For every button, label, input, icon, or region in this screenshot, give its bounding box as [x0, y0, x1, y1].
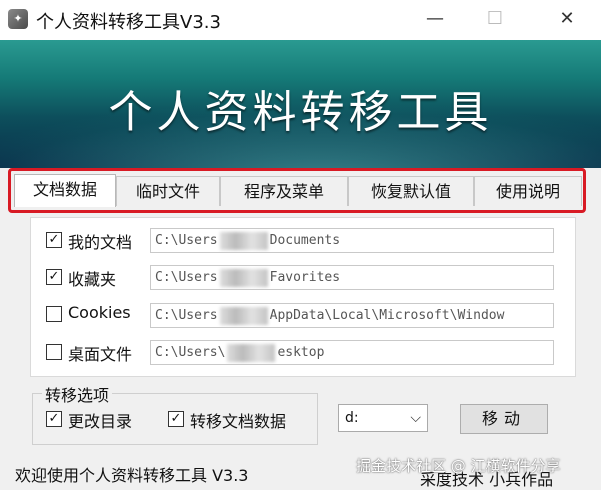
maximize-button[interactable]: ☐ [480, 6, 510, 32]
redaction-blur [219, 231, 268, 250]
cookies-checkbox[interactable] [46, 306, 62, 322]
favorites-checkbox[interactable]: ✓ [46, 269, 62, 285]
path-prefix: C:\Users [155, 308, 218, 323]
app-window: ✦ 个人资料转移工具V3.3 — ☐ ✕ 个人资料转移工具 文档数据 临时文件 … [0, 0, 601, 490]
move-docs-label: 转移文档数据 [190, 412, 287, 431]
favorites-label: 收藏夹 [68, 270, 117, 289]
app-icon: ✦ [8, 9, 28, 29]
title-bar: ✦ 个人资料转移工具V3.3 — ☐ ✕ [0, 0, 601, 40]
tab-help[interactable]: 使用说明 [474, 176, 582, 206]
path-prefix: C:\Users [155, 233, 218, 248]
path-suffix: Favorites [269, 270, 341, 285]
watermark: 掘金技术社区 @ 江横软件分享 [356, 457, 561, 475]
redaction-blur [219, 306, 268, 325]
my-documents-path[interactable]: C:\Users Documents [150, 228, 554, 253]
transfer-options-title: 转移选项 [42, 382, 113, 406]
chevron-down-icon: ⌵ [410, 410, 421, 426]
my-documents-label: 我的文档 [68, 233, 133, 252]
path-suffix: esktop [277, 345, 325, 360]
redaction-blur [219, 268, 268, 287]
tab-programs-menu[interactable]: 程序及菜单 [220, 176, 348, 206]
change-dir-checkbox[interactable]: ✓ [46, 411, 62, 427]
move-docs-checkbox[interactable]: ✓ [168, 411, 184, 427]
path-prefix: C:\Users\ [155, 345, 226, 360]
drive-value: d: [345, 410, 359, 426]
minimize-button[interactable]: — [420, 6, 450, 32]
path-suffix: Documents [269, 233, 341, 248]
tab-strip: 文档数据 临时文件 程序及菜单 恢复默认值 使用说明 [14, 174, 582, 207]
path-prefix: C:\Users [155, 270, 218, 285]
change-dir-label: 更改目录 [68, 412, 133, 431]
banner: 个人资料转移工具 [0, 40, 601, 168]
move-button[interactable]: 移动 [460, 404, 548, 434]
cookies-path[interactable]: C:\Users AppData\Local\Microsoft\Window [150, 303, 554, 328]
favorites-path[interactable]: C:\Users Favorites [150, 265, 554, 290]
path-suffix: AppData\Local\Microsoft\Window [269, 308, 505, 323]
my-documents-checkbox[interactable]: ✓ [46, 232, 62, 248]
drive-select[interactable]: d: ⌵ [338, 404, 428, 432]
banner-title: 个人资料转移工具 [108, 87, 493, 138]
tab-documents[interactable]: 文档数据 [14, 174, 116, 207]
desktop-checkbox[interactable] [46, 344, 62, 360]
tab-temp-files[interactable]: 临时文件 [116, 176, 220, 206]
status-text: 欢迎使用个人资料转移工具 V3.3 [15, 466, 249, 485]
tab-restore-defaults[interactable]: 恢复默认值 [348, 176, 474, 206]
cookies-label: Cookies [68, 303, 131, 322]
desktop-label: 桌面文件 [68, 345, 133, 364]
close-button[interactable]: ✕ [552, 6, 582, 32]
redaction-blur [227, 343, 276, 362]
desktop-path[interactable]: C:\Users\ esktop [150, 340, 554, 365]
window-title: 个人资料转移工具V3.3 [36, 12, 221, 33]
